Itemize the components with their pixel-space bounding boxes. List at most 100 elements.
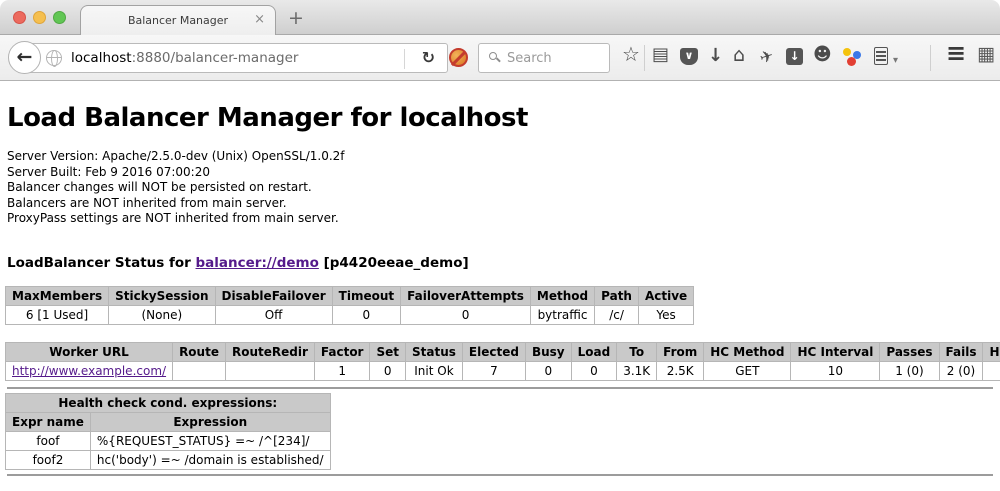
dropdown-caret-icon[interactable]: ▾ — [893, 51, 898, 71]
browser-window: Balancer Manager × + ← localhost:8880/ba… — [0, 0, 1000, 476]
cell-stickysession: (None) — [109, 305, 215, 324]
navigation-toolbar: ← localhost:8880/balancer-manager ↻ Sear… — [0, 35, 1000, 81]
clipboard-icon[interactable]: ▤ — [652, 45, 669, 65]
cell-method: bytraffic — [530, 305, 594, 324]
col-expr-name: Expr name — [6, 412, 91, 431]
menu-icon[interactable]: ≡ — [946, 43, 966, 63]
col-to: To — [617, 342, 657, 361]
cell-hc-uri — [983, 361, 1000, 380]
cell-expr-name: foof2 — [6, 450, 91, 469]
cell-status: Init Ok — [406, 361, 463, 380]
col-active: Active — [638, 286, 693, 305]
cell-failoverattempts: 0 — [401, 305, 531, 324]
download-helper-icon[interactable]: ↓ — [786, 48, 803, 65]
table-row: http://www.example.com/ 1 0 Init Ok 7 0 … — [6, 361, 1000, 380]
url-path: :8880/balancer-manager — [132, 50, 299, 66]
col-load: Load — [571, 342, 617, 361]
col-passes: Passes — [880, 342, 939, 361]
extension-grid-icon[interactable]: ▦ — [977, 44, 995, 64]
status-prefix: LoadBalancer Status for — [7, 255, 196, 271]
zoom-window-button[interactable] — [53, 11, 66, 24]
balancer-settings-table: MaxMembers StickySession DisableFailover… — [5, 286, 694, 325]
table-row: foof %{REQUEST_STATUS} =~ /^[234]/ — [6, 431, 331, 450]
col-failoverattempts: FailoverAttempts — [401, 286, 531, 305]
search-placeholder: Search — [507, 51, 552, 66]
col-factor: Factor — [314, 342, 370, 361]
cell-load: 0 — [571, 361, 617, 380]
cell-worker-url: http://www.example.com/ — [6, 361, 173, 380]
close-window-button[interactable] — [13, 11, 26, 24]
bookmark-star-icon[interactable]: ☆ — [622, 44, 640, 64]
col-path: Path — [595, 286, 639, 305]
chat-smiley-icon[interactable]: ☻ — [813, 45, 832, 65]
cell-routeredir — [225, 361, 314, 380]
worker-table: Worker URL Route RouteRedir Factor Set S… — [5, 342, 1000, 381]
tab-close-icon[interactable]: × — [254, 13, 265, 27]
url-text: localhost:8880/balancer-manager — [71, 50, 298, 66]
col-status: Status — [406, 342, 463, 361]
col-worker-url: Worker URL — [6, 342, 173, 361]
section-divider — [7, 387, 993, 389]
toolbar-divider — [644, 45, 645, 71]
cell-active: Yes — [638, 305, 693, 324]
home-icon[interactable]: ⌂ — [733, 45, 745, 65]
col-maxmembers: MaxMembers — [6, 286, 109, 305]
cell-to: 3.1K — [617, 361, 657, 380]
flashblock-icon[interactable] — [449, 48, 468, 67]
window-controls — [13, 11, 66, 24]
table-row: 6 [1 Used] (None) Off 0 0 bytraffic /c/ … — [6, 305, 694, 324]
table-header-row: Worker URL Route RouteRedir Factor Set S… — [6, 342, 1000, 361]
col-set: Set — [370, 342, 406, 361]
toolbar-divider — [930, 45, 931, 71]
cell-route — [173, 361, 226, 380]
cell-expression: %{REQUEST_STATUS} =~ /^[234]/ — [90, 431, 330, 450]
col-timeout: Timeout — [332, 286, 400, 305]
col-hc-method: HC Method — [704, 342, 791, 361]
persist-warning-line: Balancer changes will NOT be persisted o… — [7, 180, 1000, 196]
col-from: From — [657, 342, 704, 361]
reload-button[interactable]: ↻ — [422, 48, 435, 67]
col-busy: Busy — [525, 342, 571, 361]
tab-title: Balancer Manager — [128, 14, 228, 27]
pocket-icon[interactable]: ∨ — [680, 48, 698, 65]
tab-bar: Balancer Manager × + — [0, 0, 1000, 35]
cell-busy: 0 — [525, 361, 571, 380]
send-tab-icon[interactable]: ✈ — [757, 45, 776, 68]
status-suffix: [p4420eeae_demo] — [319, 255, 469, 271]
table-title-row: Health check cond. expressions: — [6, 393, 331, 412]
table-header-row: Expr name Expression — [6, 412, 331, 431]
cell-fails: 2 (0) — [939, 361, 983, 380]
cell-expr-name: foof — [6, 431, 91, 450]
table-row: foof2 hc('body') =~ /domain is establish… — [6, 450, 331, 469]
minimize-window-button[interactable] — [33, 11, 46, 24]
balancer-demo-link[interactable]: balancer://demo — [196, 255, 319, 271]
col-hc-interval: HC Interval — [791, 342, 880, 361]
url-bar[interactable]: localhost:8880/balancer-manager ↻ — [25, 43, 448, 73]
globe-icon — [46, 50, 62, 66]
back-button[interactable]: ← — [8, 41, 41, 74]
balancers-inherit-line: Balancers are NOT inherited from main se… — [7, 196, 1000, 212]
server-version-line: Server Version: Apache/2.5.0-dev (Unix) … — [7, 149, 1000, 165]
tab-balancer-manager[interactable]: Balancer Manager × — [80, 5, 276, 35]
col-fails: Fails — [939, 342, 983, 361]
search-icon — [489, 52, 497, 60]
search-input[interactable]: Search — [478, 43, 610, 73]
cell-hc-method: GET — [704, 361, 791, 380]
cell-passes: 1 (0) — [880, 361, 939, 380]
col-route: Route — [173, 342, 226, 361]
server-info: Server Version: Apache/2.5.0-dev (Unix) … — [7, 149, 1000, 227]
color-dots-extension-icon[interactable] — [843, 48, 861, 66]
cell-set: 0 — [370, 361, 406, 380]
cell-disablefailover: Off — [215, 305, 332, 324]
worker-url-link[interactable]: http://www.example.com/ — [12, 364, 166, 378]
downloads-icon[interactable]: ↓ — [708, 46, 723, 66]
new-tab-button[interactable]: + — [288, 7, 304, 29]
cell-from: 2.5K — [657, 361, 704, 380]
cell-hc-interval: 10 — [791, 361, 880, 380]
col-disablefailover: DisableFailover — [215, 286, 332, 305]
col-method: Method — [530, 286, 594, 305]
proxypass-inherit-line: ProxyPass settings are NOT inherited fro… — [7, 211, 1000, 227]
archive-extension-icon[interactable] — [874, 47, 888, 65]
col-stickysession: StickySession — [109, 286, 215, 305]
cell-elected: 7 — [462, 361, 525, 380]
